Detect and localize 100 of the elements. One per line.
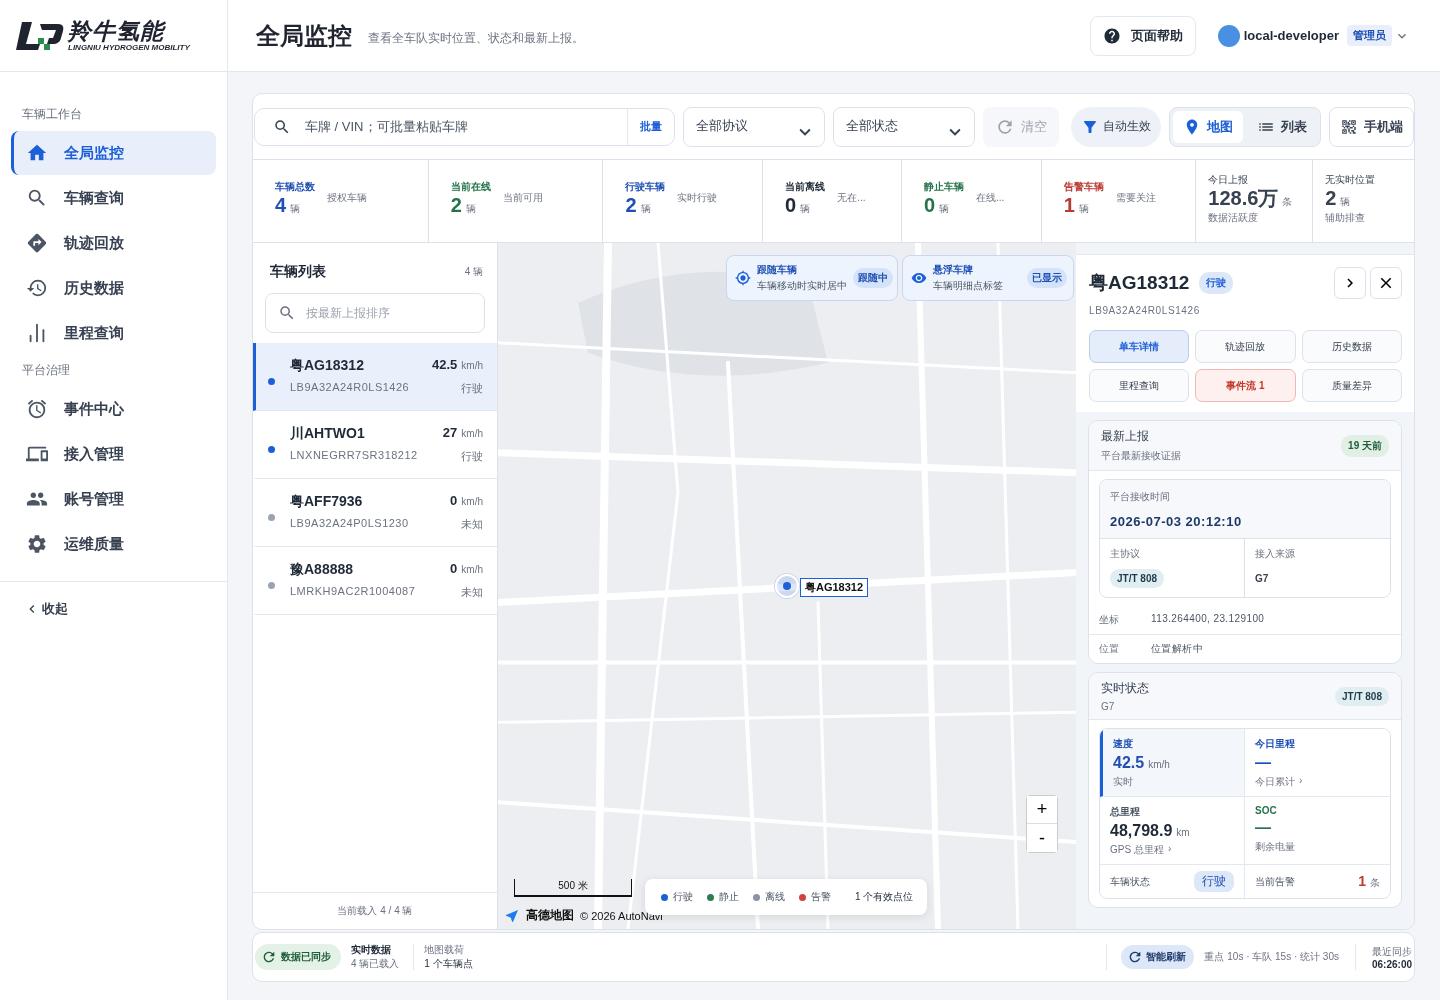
vehicle-vin: LB9A32A24R0LS1426: [290, 381, 411, 395]
map-option-card[interactable]: 跟随车辆 车辆移动时实时居中 跟随中: [726, 255, 898, 301]
qr-code-icon: [1340, 117, 1358, 136]
protocol-select[interactable]: 全部协议: [683, 106, 825, 147]
view-tab[interactable]: 地图: [1173, 110, 1243, 143]
metric-note: GPS 总里程: [1110, 843, 1164, 857]
action-button[interactable]: 里程查询: [1089, 369, 1190, 402]
nav-item[interactable]: 里程查询: [11, 311, 216, 355]
action-button[interactable]: 质量差异: [1301, 369, 1402, 402]
map-brand: 高德地图: [526, 907, 574, 924]
stat-note: 实时行驶: [677, 191, 719, 205]
chevron-link[interactable]: ›: [1167, 843, 1172, 857]
sync-badge: 数据已同步: [255, 944, 341, 970]
protocol-badge: JT/T 808: [1110, 569, 1165, 588]
help-button[interactable]: 页面帮助: [1089, 15, 1196, 56]
field-label: 坐标: [1099, 613, 1120, 627]
smart-refresh-button[interactable]: 智能刷新: [1121, 945, 1195, 969]
stat-label: 无实时位置: [1325, 173, 1377, 187]
nav-item[interactable]: 轨迹回放: [11, 221, 216, 265]
stat-note: 在线...: [975, 191, 1006, 205]
alarm-clock-icon: [26, 398, 48, 420]
protocol-label: 主协议: [1110, 547, 1140, 561]
stat-value: 2 辆: [625, 194, 652, 216]
stat-value: 0 辆: [923, 194, 950, 216]
logo-tagline: LINGNIU HYDROGEN MOBILITY: [68, 42, 190, 52]
nav-item[interactable]: 接入管理: [11, 432, 216, 476]
logo-name: 羚牛氢能: [68, 19, 167, 43]
action-button[interactable]: 轨迹回放: [1195, 330, 1296, 363]
view-tab[interactable]: 列表: [1247, 110, 1317, 143]
list-title: 车辆列表: [270, 263, 326, 281]
history-icon: [26, 277, 48, 299]
locate-icon: [735, 270, 751, 286]
realtime-title: 实时数据: [351, 943, 392, 957]
refresh-intervals: 重点 10s · 车队 15s · 统计 30s: [1203, 950, 1340, 964]
stat-value: 2 辆: [1325, 187, 1352, 209]
vehicle-plate: 川AHTWO1: [290, 425, 366, 443]
metric-value: 48,798.9 km: [1110, 822, 1191, 840]
map-option-title: 悬浮车牌: [933, 263, 974, 277]
auto-apply-button[interactable]: 自动生效: [1071, 106, 1161, 147]
batch-button[interactable]: 批量: [627, 108, 674, 145]
nav-item[interactable]: 账号管理: [11, 477, 216, 521]
help-icon: [1102, 26, 1121, 45]
marker-label: 粤AG18312: [800, 578, 869, 597]
status-badge: 行驶: [1194, 871, 1234, 892]
legend-label: 告警: [811, 890, 831, 904]
alarm-label: 当前告警: [1255, 874, 1295, 889]
metric-note: 今日累计: [1255, 775, 1295, 789]
metric-value: —: [1255, 754, 1272, 772]
eye-icon: [911, 270, 927, 286]
vehicle-speed: 42.5 km/h: [432, 357, 483, 374]
nav-section-title: 平台治理: [21, 362, 71, 379]
legend-label: 静止: [719, 890, 739, 904]
vehicle-speed: 0 km/h: [450, 561, 483, 578]
field-value: 113.264400, 23.129100: [1151, 613, 1265, 626]
mobile-button[interactable]: 手机端: [1329, 106, 1414, 147]
zoom-in-button[interactable]: +: [1027, 796, 1057, 824]
vehicle-status: 未知: [461, 517, 483, 532]
action-button[interactable]: 事件流 1: [1195, 369, 1296, 402]
collapse-link[interactable]: 收起: [0, 581, 227, 636]
stat-value: 1 辆: [1063, 194, 1090, 216]
metric-value: —: [1255, 819, 1272, 837]
action-button[interactable]: 单车详情: [1089, 330, 1190, 363]
map-option-card[interactable]: 悬浮车牌 车辆明细点标签 已显示: [902, 255, 1074, 301]
stat-value: 4 辆: [275, 194, 302, 216]
stat-note: 需要关注: [1115, 191, 1157, 205]
metric-label: SOC: [1255, 805, 1278, 816]
avatar: [1217, 24, 1240, 47]
stat-label: 当前在线: [450, 180, 491, 194]
search-icon: [278, 304, 296, 322]
vehicle-marker[interactable]: [775, 574, 799, 598]
directions-icon: [26, 232, 48, 254]
alarm-count: 1 条: [1358, 873, 1380, 890]
map-option-title: 跟随车辆: [757, 263, 798, 277]
close-button[interactable]: [1370, 267, 1402, 299]
user-menu[interactable]: local-developer 管理员: [1211, 23, 1416, 48]
panel-title: 最新上报: [1101, 428, 1150, 445]
search-field[interactable]: 车牌 / VIN；可批量粘贴车牌 批量: [254, 107, 675, 146]
stat-note: 辅助排查: [1325, 211, 1367, 225]
vehicle-status: 行驶: [461, 381, 483, 396]
stat-note: 无在...: [837, 191, 867, 205]
map-option-desc: 车辆移动时实时居中: [757, 279, 847, 293]
list-footer: 当前载入 4 / 4 辆: [253, 892, 497, 929]
nav-item[interactable]: 事件中心: [11, 387, 216, 431]
next-button[interactable]: [1334, 267, 1366, 299]
field-label: 位置: [1099, 642, 1120, 656]
vehicle-row[interactable]: 粤AG18312 42.5 km/h LB9A32A24R0LS1426 行驶: [253, 343, 497, 411]
nav-item[interactable]: 全局监控: [11, 131, 216, 175]
detail-vin: LB9A32A24R0LS1426: [1089, 305, 1201, 316]
stat-note: 数据活跃度: [1208, 211, 1260, 225]
chevron-link[interactable]: ›: [1299, 775, 1303, 789]
stat-label: 当前离线: [785, 180, 826, 194]
search-icon: [26, 187, 48, 209]
action-button[interactable]: 历史数据: [1301, 330, 1402, 363]
sort-search-field[interactable]: 按最新上报排序: [265, 293, 485, 333]
status-select[interactable]: 全部状态: [833, 106, 975, 147]
field-value: 位置解析中: [1151, 642, 1203, 656]
nav-item[interactable]: 历史数据: [11, 266, 216, 310]
panel-title: 实时状态: [1101, 680, 1149, 697]
nav-item[interactable]: 车辆查询: [11, 176, 216, 220]
nav-item[interactable]: 运维质量: [11, 522, 216, 566]
